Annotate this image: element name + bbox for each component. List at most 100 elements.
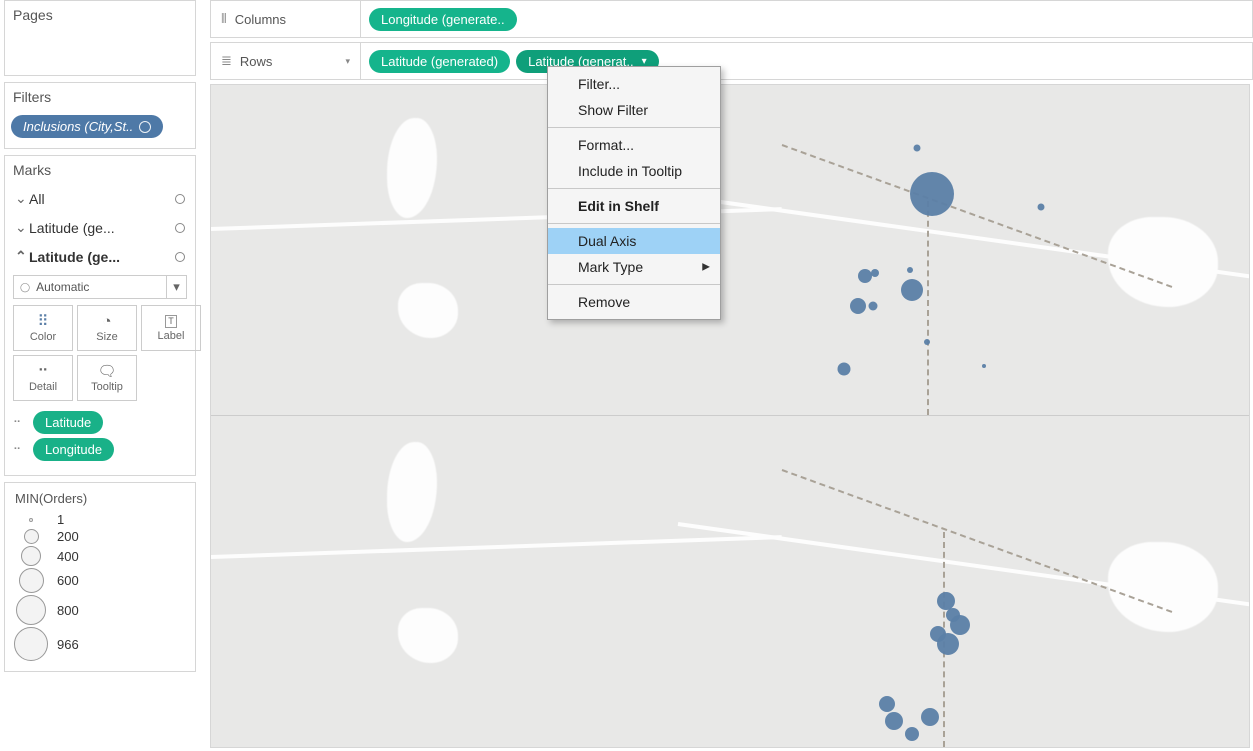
rows-pill-latitude-1[interactable]: Latitude (generated) xyxy=(369,50,510,73)
size-icon: ◔ xyxy=(102,314,111,329)
filter-pill-inclusions[interactable]: Inclusions (City,St.. xyxy=(11,115,163,138)
columns-label: Columns xyxy=(235,12,286,27)
marks-section-lat1[interactable]: ⌄ Latitude (ge... xyxy=(5,213,195,242)
filters-panel: Filters Inclusions (City,St.. xyxy=(4,82,196,149)
detail-icon: ⠒ xyxy=(38,364,49,379)
tooltip-label: Tooltip xyxy=(91,381,123,393)
columns-icon: ⦀ xyxy=(221,11,227,27)
map-bubble[interactable] xyxy=(858,269,872,283)
color-icon: ⠿ xyxy=(38,314,49,329)
size-card[interactable]: ◔ Size xyxy=(77,305,137,351)
legend-row: 1 xyxy=(13,512,187,527)
menu-remove[interactable]: Remove xyxy=(548,289,720,315)
map-bubble[interactable] xyxy=(885,712,903,730)
menu-dual-axis[interactable]: Dual Axis xyxy=(548,228,720,254)
map-bubble[interactable] xyxy=(838,362,851,375)
map-bubble[interactable] xyxy=(905,727,919,741)
color-label: Color xyxy=(30,331,56,343)
map-bubble[interactable] xyxy=(910,172,954,216)
chevron-down-icon: ▾ xyxy=(642,56,647,67)
mark-type-select[interactable]: Automatic xyxy=(13,275,167,299)
legend-bubble-icon xyxy=(14,627,48,661)
legend-row: 600 xyxy=(13,568,187,593)
mark-pill-longitude[interactable]: Longitude xyxy=(33,438,114,461)
legend-value: 400 xyxy=(57,549,79,564)
marks-header: Marks xyxy=(5,156,195,184)
rows-icon: ≣ xyxy=(221,53,232,69)
menu-filter[interactable]: Filter... xyxy=(548,71,720,97)
filters-header: Filters xyxy=(5,83,195,111)
columns-pill-longitude[interactable]: Longitude (generate.. xyxy=(369,8,517,31)
size-label: Size xyxy=(96,331,117,343)
marks-lat2-label: Latitude (ge... xyxy=(29,249,120,265)
tooltip-card[interactable]: 🗨 Tooltip xyxy=(77,355,137,401)
mark-indicator-icon xyxy=(175,194,185,204)
menu-mark-type-label: Mark Type xyxy=(578,259,643,275)
legend-bubble-icon xyxy=(29,518,33,522)
legend-value: 800 xyxy=(57,603,79,618)
map-bubble[interactable] xyxy=(937,633,959,655)
label-label: Label xyxy=(158,330,185,342)
legend-bubble-icon xyxy=(21,546,41,566)
legend-value: 1 xyxy=(57,512,64,527)
legend-value: 200 xyxy=(57,529,79,544)
label-icon: T xyxy=(165,315,177,328)
map-bubble[interactable] xyxy=(850,298,866,314)
map-bubble[interactable] xyxy=(913,144,920,151)
chevron-down-icon: ▾ xyxy=(345,56,350,67)
submenu-arrow-icon: ▶ xyxy=(702,262,710,273)
marks-section-lat2[interactable]: ⌃ Latitude (ge... xyxy=(5,242,195,271)
menu-mark-type[interactable]: Mark Type ▶ xyxy=(548,254,720,280)
map-bubble[interactable] xyxy=(924,339,930,345)
map-bubble[interactable] xyxy=(901,279,923,301)
legend-row: 400 xyxy=(13,546,187,566)
menu-include-tooltip[interactable]: Include in Tooltip xyxy=(548,158,720,184)
detail-card[interactable]: ⠒ Detail xyxy=(13,355,73,401)
detail-label: Detail xyxy=(29,381,57,393)
legend-bubble-icon xyxy=(24,529,39,544)
legend-row: 966 xyxy=(13,627,187,661)
detail-shelf-icon: ⠒ xyxy=(13,443,27,456)
visualization-area xyxy=(210,84,1250,748)
map-bubble[interactable] xyxy=(982,364,986,368)
legend-bubble-icon xyxy=(19,568,44,593)
legend-title: MIN(Orders) xyxy=(13,489,187,512)
map-bubble[interactable] xyxy=(869,302,878,311)
label-card[interactable]: T Label xyxy=(141,305,201,351)
map-bubble[interactable] xyxy=(879,696,895,712)
map-bubble[interactable] xyxy=(1038,204,1045,211)
map-bubble[interactable] xyxy=(907,267,913,273)
map-panel-bottom[interactable] xyxy=(211,416,1249,747)
rows-shelf[interactable]: ≣ Rows ▾ Latitude (generated) Latitude (… xyxy=(210,42,1253,80)
menu-format[interactable]: Format... xyxy=(548,132,720,158)
legend-panel: MIN(Orders) 1 200 400 600 800 966 xyxy=(4,482,196,672)
pages-panel: Pages xyxy=(4,0,196,76)
pill-context-menu: Filter... Show Filter Format... Include … xyxy=(547,66,721,320)
rows-label: Rows xyxy=(240,54,273,69)
map-bubble[interactable] xyxy=(871,269,879,277)
legend-row: 800 xyxy=(13,595,187,625)
mark-indicator-icon xyxy=(175,252,185,262)
detail-shelf-icon: ⠒ xyxy=(13,416,27,429)
map-bubble[interactable] xyxy=(950,615,970,635)
marks-lat1-label: Latitude (ge... xyxy=(29,220,115,236)
menu-show-filter[interactable]: Show Filter xyxy=(548,97,720,123)
mark-type-dropdown[interactable]: ▾ xyxy=(167,275,187,299)
marks-section-all[interactable]: ⌄ All xyxy=(5,184,195,213)
pages-header: Pages xyxy=(5,1,195,29)
legend-row: 200 xyxy=(13,529,187,544)
columns-shelf[interactable]: ⦀ Columns Longitude (generate.. xyxy=(210,0,1253,38)
mark-pill-latitude[interactable]: Latitude xyxy=(33,411,103,434)
chevron-down-icon: ⌄ xyxy=(15,219,25,236)
tooltip-icon: 🗨 xyxy=(97,364,116,379)
marks-panel: Marks ⌄ All ⌄ Latitude (ge... ⌃ Latitude… xyxy=(4,155,196,476)
legend-bubble-icon xyxy=(16,595,46,625)
chevron-up-icon: ⌃ xyxy=(15,248,25,265)
legend-value: 600 xyxy=(57,573,79,588)
menu-edit-shelf[interactable]: Edit in Shelf xyxy=(548,193,720,219)
color-card[interactable]: ⠿ Color xyxy=(13,305,73,351)
map-bubble[interactable] xyxy=(921,708,939,726)
map-panel-top[interactable] xyxy=(211,85,1249,416)
chevron-down-icon: ⌄ xyxy=(15,190,25,207)
mark-indicator-icon xyxy=(175,223,185,233)
